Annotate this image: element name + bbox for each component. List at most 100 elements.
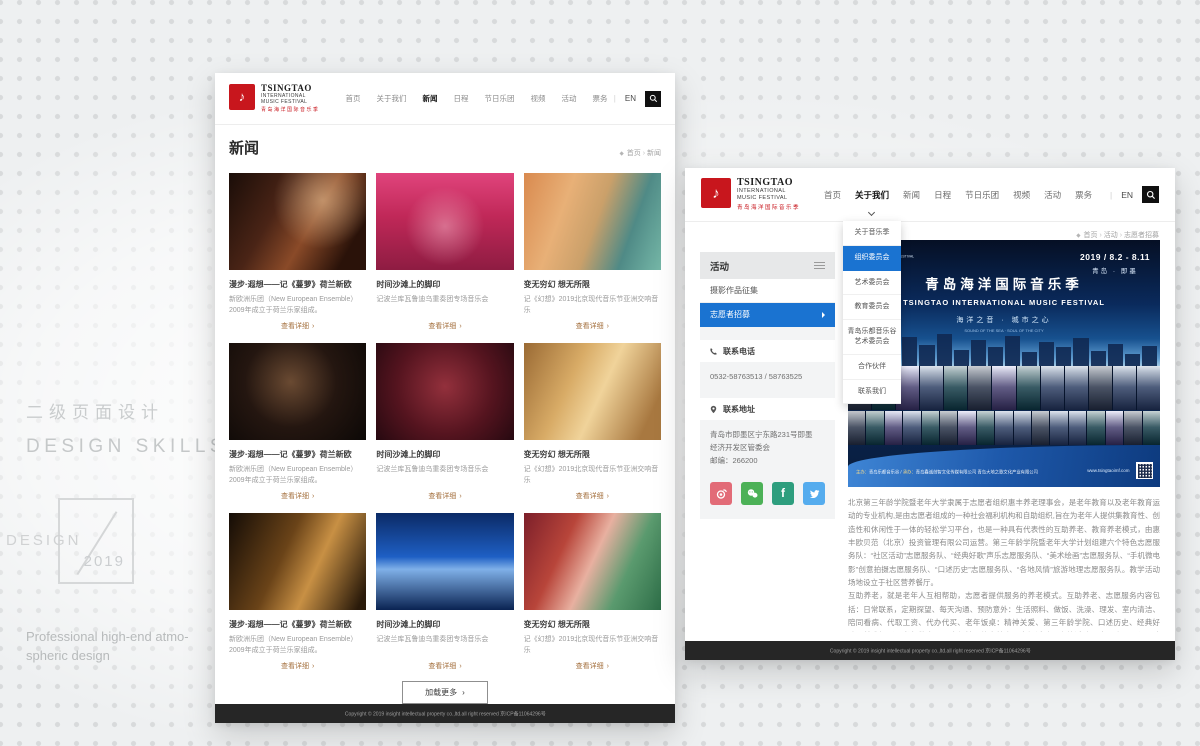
site-logo[interactable]: ♪ TSINGTAO INTERNATIONAL MUSIC FESTIVAL … (229, 84, 320, 114)
dropdown-item[interactable]: 关于音乐季 (843, 221, 901, 246)
news-card[interactable]: 时间沙滩上的脚印记波兰库瓦鲁迪乌重奏团专场音乐会查看详细› (376, 343, 513, 501)
chevron-right-icon: › (462, 688, 465, 697)
social-links: f (700, 470, 835, 505)
building (1005, 336, 1020, 366)
facebook-icon[interactable]: f (772, 482, 794, 505)
nav-item-1[interactable]: 关于我们 (377, 73, 407, 124)
breadcrumb-item[interactable]: 首页 (627, 150, 641, 157)
news-more-link[interactable]: 查看详细› (524, 661, 661, 671)
news-image[interactable] (376, 343, 513, 440)
phone-section-header: 联系电话 (700, 340, 835, 362)
weibo-icon[interactable] (710, 482, 732, 505)
search-button[interactable] (645, 91, 661, 107)
news-image[interactable] (376, 513, 513, 610)
news-image[interactable] (524, 343, 661, 440)
site-header: ♪ TSINGTAO INTERNATIONAL MUSIC FESTIVAL … (215, 73, 675, 125)
nav-item-0[interactable]: 首页 (346, 73, 361, 124)
nav-item-2[interactable]: 新闻 (423, 73, 438, 124)
sidebar-item[interactable]: 摄影作品征集 (700, 279, 835, 303)
wechat-icon[interactable] (741, 482, 763, 505)
nav-item-3[interactable]: 日程 (934, 168, 951, 221)
main-nav: 首页关于我们关于音乐季组织委员会艺术委员会教育委员会青岛乐都音乐谷艺术委员会合作… (824, 168, 1092, 221)
news-card[interactable]: 变无穷幻 想无所限记《幻想》2019北京现代音乐节亚洲交响音乐查看详细› (524, 173, 661, 331)
nav-item-5[interactable]: 视频 (531, 73, 546, 124)
performer-photo (848, 411, 865, 445)
nav-item-0[interactable]: 首页 (824, 168, 841, 221)
chevron-right-icon: › (312, 323, 314, 330)
news-more-link[interactable]: 查看详细› (376, 661, 513, 671)
news-image[interactable] (229, 513, 366, 610)
building (954, 350, 969, 366)
news-image[interactable] (524, 513, 661, 610)
search-button[interactable] (1142, 186, 1159, 203)
site-header: ♪ TSINGTAO INTERNATIONAL MUSIC FESTIVAL … (685, 168, 1175, 222)
news-more-link[interactable]: 查看详细› (524, 321, 661, 331)
banner-slogan-en: SOUND OF THE SEA · SOUL OF THE CITY (926, 328, 1082, 333)
news-more-link[interactable]: 查看详细› (229, 491, 366, 501)
news-card[interactable]: 漫步·遐想——记《蔓萝》荷兰新欧新欧洲乐团（New European Ensem… (229, 173, 366, 331)
logo-title: TSINGTAO (261, 84, 320, 93)
load-more-button[interactable]: 加载更多› (402, 681, 488, 704)
nav-item-7[interactable]: 票务 (1075, 168, 1092, 221)
performer-photo (1113, 366, 1136, 410)
news-title: 变无穷幻 想无所限 (524, 619, 661, 630)
news-more-link[interactable]: 查看详细› (229, 661, 366, 671)
main-nav: 首页关于我们新闻日程节日乐团视频活动票务 (346, 73, 608, 124)
news-image[interactable] (229, 173, 366, 270)
site-footer: Copyright © 2019 insight intellectual pr… (685, 641, 1175, 660)
breadcrumb-item[interactable]: 新闻 (647, 150, 661, 157)
news-title: 时间沙滩上的脚印 (376, 619, 513, 630)
news-card[interactable]: 漫步·遐想——记《蔓萝》荷兰新欧新欧洲乐团（New European Ensem… (229, 343, 366, 501)
news-more-link[interactable]: 查看详细› (229, 321, 366, 331)
news-card[interactable]: 漫步·遐想——记《蔓萝》荷兰新欧新欧洲乐团（New European Ensem… (229, 513, 366, 671)
home-icon: ◆ (619, 151, 623, 157)
news-card[interactable]: 时间沙滩上的脚印记波兰库瓦鲁迪乌重奏团专场音乐会查看详细› (376, 513, 513, 671)
news-more-link[interactable]: 查看详细› (524, 491, 661, 501)
dropdown-item[interactable]: 联系我们 (843, 380, 901, 405)
nav-item-5[interactable]: 视频 (1013, 168, 1030, 221)
dropdown-item[interactable]: 艺术委员会 (843, 271, 901, 296)
location-pin-icon (709, 405, 718, 414)
news-desc: 新欧洲乐团（New European Ensemble）2009年成立于荷兰乐家… (229, 634, 366, 656)
site-logo[interactable]: ♪ TSINGTAO INTERNATIONAL MUSIC FESTIVAL … (701, 178, 800, 211)
page-title: 新闻 (229, 137, 259, 158)
performer-photo (1137, 366, 1160, 410)
dropdown-item[interactable]: 青岛乐都音乐谷艺术委员会 (843, 320, 901, 355)
nav-item-1[interactable]: 关于我们关于音乐季组织委员会艺术委员会教育委员会青岛乐都音乐谷艺术委员会合作伙伴… (855, 168, 889, 221)
sidebar-title: 活动 (700, 252, 835, 279)
performer-photo (968, 366, 991, 410)
news-title: 漫步·遐想——记《蔓萝》荷兰新欧 (229, 279, 366, 290)
nav-item-4[interactable]: 节日乐团 (485, 73, 515, 124)
news-image[interactable] (229, 343, 366, 440)
chevron-right-icon: › (459, 663, 461, 670)
news-card[interactable]: 变无穷幻 想无所限记《幻想》2019北京现代音乐节亚洲交响音乐查看详细› (524, 343, 661, 501)
nav-item-6[interactable]: 活动 (562, 73, 577, 124)
news-card[interactable]: 变无穷幻 想无所限记《幻想》2019北京现代音乐节亚洲交响音乐查看详细› (524, 513, 661, 671)
dropdown-item[interactable]: 合作伙伴 (843, 355, 901, 380)
arrow-right-icon (822, 312, 825, 318)
nav-item-3[interactable]: 日程 (454, 73, 469, 124)
twitter-icon[interactable] (803, 482, 825, 505)
breadcrumb-item[interactable]: 活动 (1104, 232, 1118, 239)
news-title: 漫步·遐想——记《蔓萝》荷兰新欧 (229, 619, 366, 630)
dropdown-item[interactable]: 组织委员会 (843, 246, 901, 271)
breadcrumb-item[interactable]: 志愿者招募 (1124, 232, 1159, 239)
address-section-header: 联系地址 (700, 398, 835, 420)
nav-item-7[interactable]: 票务 (593, 73, 608, 124)
news-image[interactable] (524, 173, 661, 270)
lang-toggle[interactable]: EN (1121, 190, 1133, 200)
building (1091, 351, 1106, 366)
sidebar-item[interactable]: 志愿者招募 (700, 303, 835, 327)
nav-item-2[interactable]: 新闻 (903, 168, 920, 221)
nav-item-6[interactable]: 活动 (1044, 168, 1061, 221)
breadcrumb-item[interactable]: 首页 (1084, 232, 1098, 239)
lang-toggle[interactable]: EN (625, 94, 636, 103)
news-more-link[interactable]: 查看详细› (376, 491, 513, 501)
news-image[interactable] (376, 173, 513, 270)
news-more-link[interactable]: 查看详细› (376, 321, 513, 331)
performer-photo (992, 366, 1015, 410)
qr-code (1136, 462, 1153, 479)
news-card[interactable]: 时间沙滩上的脚印记波兰库瓦鲁迪乌重奏团专场音乐会查看详细› (376, 173, 513, 331)
dropdown-item[interactable]: 教育委员会 (843, 295, 901, 320)
nav-item-4[interactable]: 节日乐团 (965, 168, 999, 221)
